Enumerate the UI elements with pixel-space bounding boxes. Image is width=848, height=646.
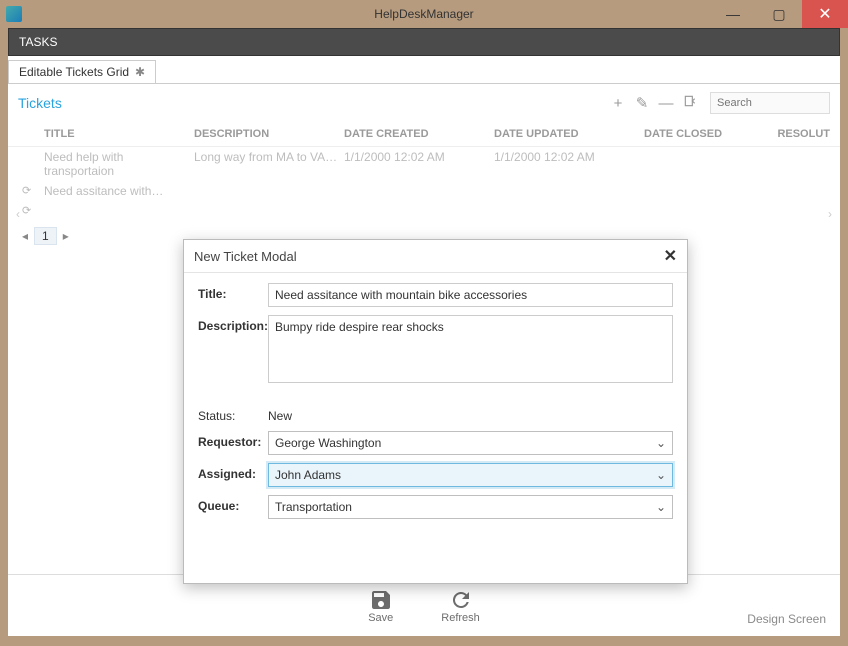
assigned-value: John Adams — [275, 468, 341, 482]
col-date-created[interactable]: DATE CREATED — [344, 128, 494, 140]
cell-title: Need assitance with… — [44, 184, 194, 198]
modal-close-icon[interactable]: ✕ — [664, 246, 677, 266]
modal-title: New Ticket Modal — [194, 249, 297, 264]
ribbon: TASKS — [8, 28, 840, 56]
grid-toolbar: Tickets + ✎ — 🔍 — [8, 84, 840, 118]
content-area: Tickets + ✎ — 🔍 TITLE DESCRIPTION DATE C… — [8, 84, 840, 636]
minimize-button[interactable]: — — [710, 0, 756, 28]
search-box[interactable]: 🔍 — [710, 92, 830, 114]
col-date-closed[interactable]: DATE CLOSED — [644, 128, 764, 140]
col-date-updated[interactable]: DATE UPDATED — [494, 128, 644, 140]
loading-icon: ⟳ — [22, 184, 31, 197]
col-resolution[interactable]: RESOLUT — [764, 128, 840, 140]
requestor-value: George Washington — [275, 436, 381, 450]
grid-header: TITLE DESCRIPTION DATE CREATED DATE UPDA… — [8, 124, 840, 147]
document-tabs: Editable Tickets Grid ✱ — [8, 56, 840, 84]
save-button[interactable]: Save — [368, 588, 393, 624]
label-queue: Queue: — [198, 495, 268, 513]
table-row[interactable]: Need help with transportaion Long way fr… — [8, 147, 840, 181]
label-status: Status: — [198, 405, 268, 423]
table-row[interactable]: ⟳ Need assitance with… — [8, 181, 840, 201]
scroll-right-icon[interactable]: › — [828, 207, 832, 221]
save-label: Save — [368, 612, 393, 624]
window-titlebar: HelpDeskManager — ▢ ✕ — [0, 0, 848, 28]
remove-icon[interactable]: — — [657, 95, 675, 112]
tickets-grid: TITLE DESCRIPTION DATE CREATED DATE UPDA… — [8, 124, 840, 221]
col-description[interactable]: DESCRIPTION — [194, 128, 344, 140]
tab-editable-tickets-grid[interactable]: Editable Tickets Grid ✱ — [8, 60, 156, 83]
app-icon — [6, 6, 22, 22]
window-controls: — ▢ ✕ — [710, 0, 848, 28]
label-description: Description: — [198, 315, 268, 333]
export-icon[interactable] — [681, 94, 699, 112]
maximize-button[interactable]: ▢ — [756, 0, 802, 28]
ribbon-tab-tasks[interactable]: TASKS — [9, 29, 67, 55]
label-title: Title: — [198, 283, 268, 301]
description-input[interactable]: Bumpy ride despire rear shocks — [268, 315, 673, 383]
status-value: New — [268, 405, 292, 423]
label-requestor: Requestor: — [198, 431, 268, 449]
queue-value: Transportation — [275, 500, 352, 514]
label-assigned: Assigned: — [198, 463, 268, 481]
chevron-down-icon: ⌄ — [656, 436, 666, 450]
cell-title: Need help with transportaion — [44, 150, 194, 178]
chevron-down-icon: ⌄ — [656, 500, 666, 514]
save-icon — [369, 588, 393, 612]
table-row[interactable]: ⟳ — [8, 201, 840, 207]
edit-icon[interactable]: ✎ — [633, 94, 651, 112]
modal-header[interactable]: New Ticket Modal ✕ — [184, 240, 687, 273]
new-ticket-modal: New Ticket Modal ✕ Title: Description: B… — [183, 239, 688, 584]
refresh-button[interactable]: Refresh — [441, 588, 480, 624]
scroll-left-icon[interactable]: ‹ — [16, 207, 20, 221]
requestor-select[interactable]: George Washington ⌄ — [268, 431, 673, 455]
design-screen-link[interactable]: Design Screen — [747, 612, 826, 626]
pin-icon[interactable]: ✱ — [135, 65, 145, 79]
title-input[interactable] — [268, 283, 673, 307]
pager-current[interactable]: 1 — [34, 227, 57, 245]
cell-description: Long way from MA to VA… — [194, 150, 344, 178]
loading-icon: ⟳ — [22, 204, 31, 217]
chevron-down-icon: ⌄ — [656, 468, 666, 482]
search-input[interactable] — [717, 97, 848, 109]
queue-select[interactable]: Transportation ⌄ — [268, 495, 673, 519]
col-title[interactable]: TITLE — [44, 128, 194, 140]
refresh-icon — [449, 588, 473, 612]
cell-updated: 1/1/2000 12:02 AM — [494, 150, 644, 178]
add-icon[interactable]: + — [609, 95, 627, 112]
tab-label: Editable Tickets Grid — [19, 65, 129, 79]
close-button[interactable]: ✕ — [802, 0, 848, 28]
pager-next[interactable]: ▸ — [63, 229, 69, 243]
cell-created: 1/1/2000 12:02 AM — [344, 150, 494, 178]
pager-prev[interactable]: ◂ — [22, 229, 28, 243]
assigned-select[interactable]: John Adams ⌄ — [268, 463, 673, 487]
refresh-label: Refresh — [441, 612, 480, 624]
tickets-heading[interactable]: Tickets — [18, 95, 62, 111]
